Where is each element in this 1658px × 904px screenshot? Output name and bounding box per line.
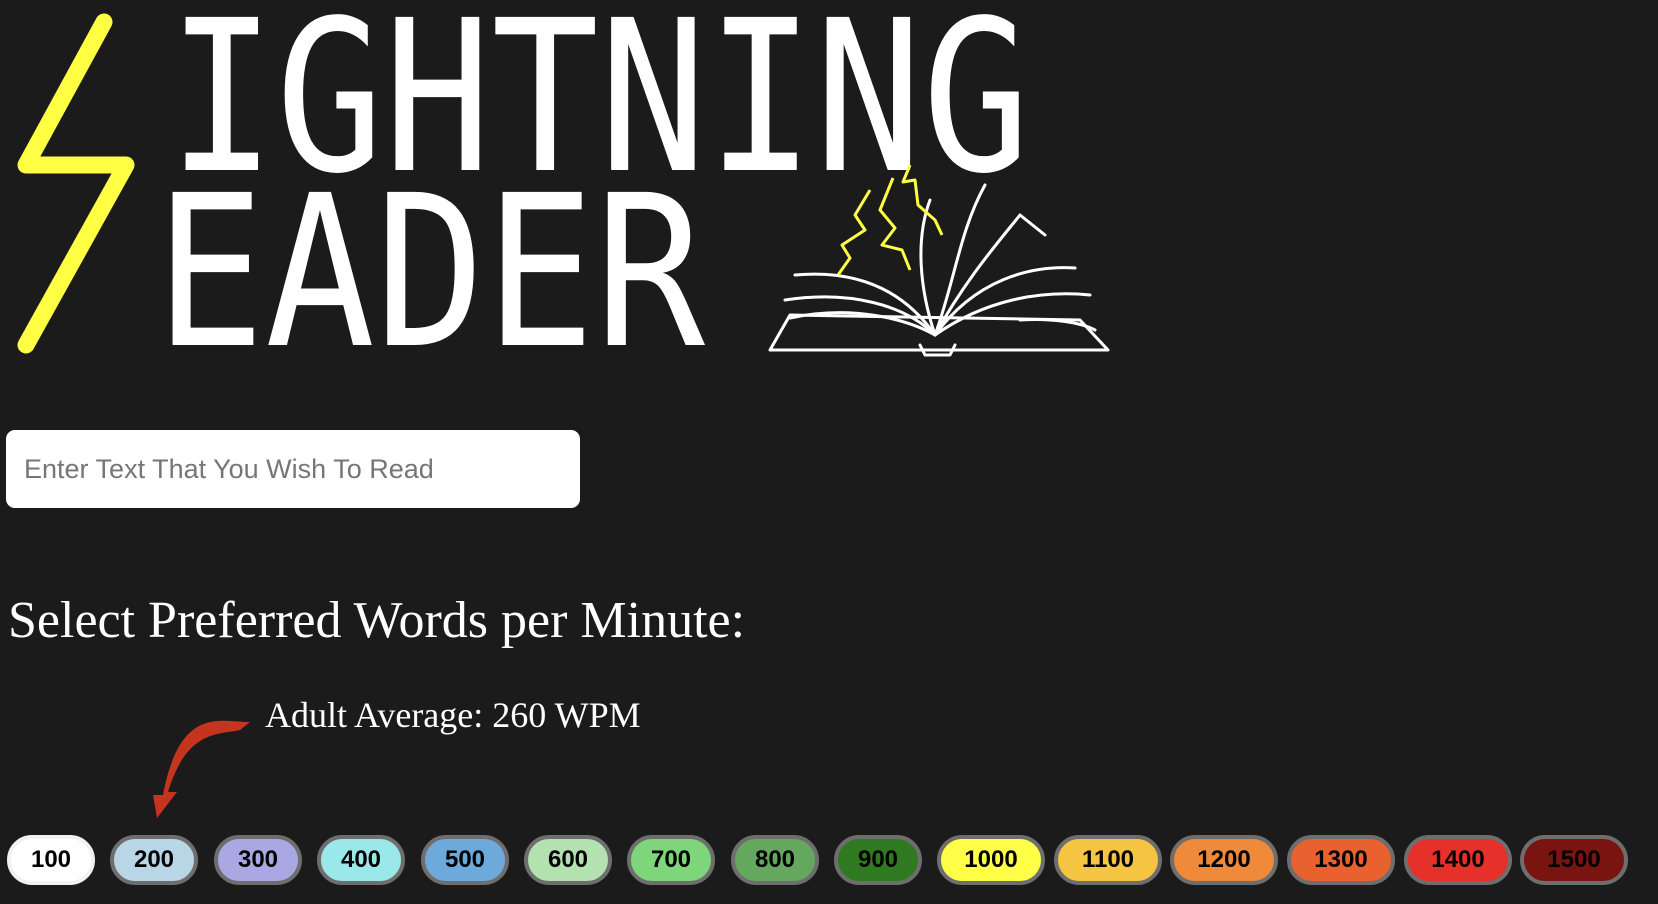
- wpm-options: 100 200 300 400 500 600 700 800 900 1000 1100 1200 1…: [7, 835, 1647, 887]
- curved-arrow-icon: [153, 720, 250, 818]
- wpm-option-900[interactable]: 900: [834, 835, 922, 885]
- lightning-bolt-icon: [17, 13, 135, 354]
- wpm-option-600[interactable]: 600: [524, 835, 612, 885]
- text-to-read-input[interactable]: [6, 430, 580, 508]
- wpm-option-400[interactable]: 400: [317, 835, 405, 885]
- wpm-option-1100[interactable]: 1100: [1054, 835, 1162, 885]
- logo-line-2: EADER: [155, 150, 705, 370]
- wpm-option-700[interactable]: 700: [627, 835, 715, 885]
- wpm-option-1300[interactable]: 1300: [1287, 835, 1395, 885]
- wpm-option-200[interactable]: 200: [110, 835, 198, 885]
- wpm-option-1000[interactable]: 1000: [937, 835, 1045, 885]
- wpm-option-100[interactable]: 100: [7, 835, 95, 885]
- lightning-reader-logo: IGHTNING EADER: [0, 0, 1120, 370]
- wpm-option-300[interactable]: 300: [214, 835, 302, 885]
- wpm-heading: Select Preferred Words per Minute:: [8, 592, 746, 649]
- wpm-option-500[interactable]: 500: [421, 835, 509, 885]
- wpm-option-1200[interactable]: 1200: [1170, 835, 1278, 885]
- wpm-option-800[interactable]: 800: [731, 835, 819, 885]
- adult-average-note: Adult Average: 260 WPM: [265, 695, 641, 735]
- wpm-option-1500[interactable]: 1500: [1520, 835, 1628, 885]
- wpm-option-1400[interactable]: 1400: [1404, 835, 1512, 885]
